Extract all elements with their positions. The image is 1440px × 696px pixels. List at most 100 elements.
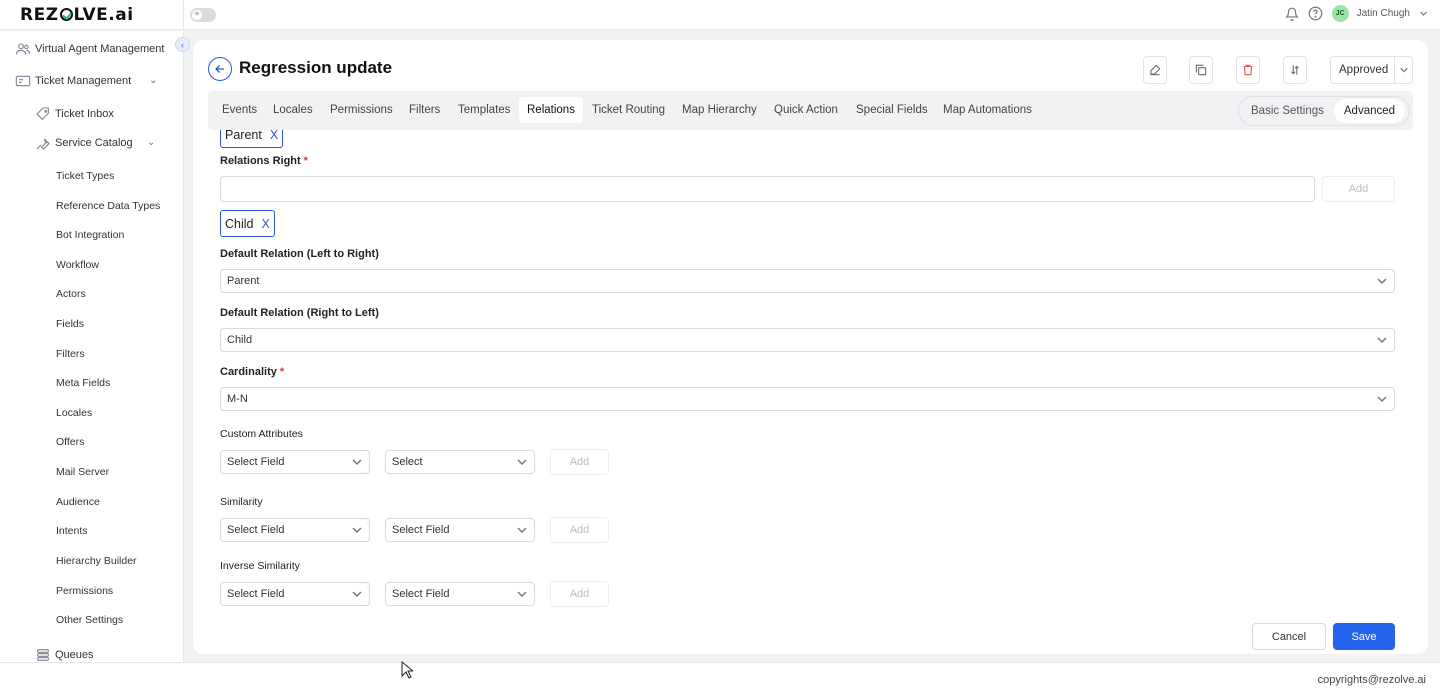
sidebar-subitem[interactable]: Permissions <box>56 585 113 597</box>
cardinality-select[interactable]: M-N <box>220 387 1395 411</box>
select-value: Select Field <box>227 524 285 536</box>
theme-toggle[interactable]: ☀ <box>190 8 216 22</box>
copy-icon <box>1195 64 1207 76</box>
chip-remove-button[interactable]: X <box>270 130 278 142</box>
avatar[interactable]: JC <box>1331 5 1349 22</box>
relations-right-input[interactable] <box>220 176 1315 202</box>
advanced-button[interactable]: Advanced <box>1333 99 1406 123</box>
chip-remove-button[interactable]: X <box>262 217 270 231</box>
sidebar-subitem[interactable]: Actors <box>56 288 86 300</box>
default-relation-rl-label: Default Relation (Right to Left) <box>220 307 379 319</box>
basic-settings-button[interactable]: Basic Settings <box>1241 99 1334 123</box>
copy-button[interactable] <box>1189 56 1213 84</box>
ticket-card-icon <box>14 72 32 90</box>
relations-form: Parent X Relations Right * Add Child X De… <box>193 130 1428 654</box>
chevron-down-icon[interactable]: ⌄ <box>149 75 157 86</box>
select-value: Select Field <box>227 456 285 468</box>
sidebar-item-ticket-management[interactable]: Ticket Management <box>14 72 131 90</box>
sidebar-subitem[interactable]: Audience <box>56 496 100 508</box>
chevron-down-icon[interactable] <box>1418 6 1428 22</box>
tab-map-automations[interactable]: Map Automations <box>935 97 1040 123</box>
tab-filters[interactable]: Filters <box>401 97 448 123</box>
chevron-down-icon <box>517 527 527 534</box>
sidebar-subitem[interactable]: Other Settings <box>56 614 123 626</box>
save-button[interactable]: Save <box>1333 623 1395 650</box>
sidebar-subitem[interactable]: Fields <box>56 318 84 330</box>
relation-right-chip: Child X <box>220 210 275 237</box>
custom-attribute-field-select[interactable]: Select Field <box>220 450 370 474</box>
footer: copyrights@rezolve.ai <box>0 662 1440 696</box>
chevron-down-icon <box>352 591 362 598</box>
sidebar-subitem[interactable]: Offers <box>56 436 84 448</box>
status-label: Approved <box>1339 64 1389 76</box>
sun-icon: ☀ <box>192 10 202 20</box>
sidebar-subitem[interactable]: Meta Fields <box>56 377 110 389</box>
cancel-button[interactable]: Cancel <box>1252 623 1326 650</box>
chip-label: Child <box>225 216 254 231</box>
default-relation-rl-select[interactable]: Child <box>220 328 1395 352</box>
sidebar: Virtual Agent Management Ticket Manageme… <box>0 31 184 662</box>
select-value: Select Field <box>227 588 285 600</box>
sidebar-subitem[interactable]: Locales <box>56 407 92 419</box>
tab-permissions[interactable]: Permissions <box>322 97 401 123</box>
settings-mode-toggle: Basic Settings Advanced <box>1238 96 1410 126</box>
sidebar-item-label: Service Catalog <box>55 137 133 149</box>
status-dropdown[interactable]: Approved <box>1330 56 1413 84</box>
sidebar-subitem[interactable]: Hierarchy Builder <box>56 555 137 567</box>
chevron-down-icon <box>1377 396 1387 403</box>
inverse-similarity-label: Inverse Similarity <box>220 560 300 572</box>
collapse-sidebar-chevron-left-icon[interactable]: ‹ <box>175 37 190 52</box>
wrench-icon <box>34 134 52 152</box>
add-similarity-button[interactable]: Add <box>550 517 609 543</box>
back-arrow-icon[interactable] <box>208 57 232 81</box>
sidebar-subitem[interactable]: Workflow <box>56 259 99 271</box>
tab-special-fields[interactable]: Special Fields <box>848 97 936 123</box>
sidebar-subitem[interactable]: Mail Server <box>56 466 109 478</box>
sidebar-subitem[interactable]: Reference Data Types <box>56 200 160 212</box>
sidebar-subitem[interactable]: Bot Integration <box>56 229 124 241</box>
sidebar-item-service-catalog[interactable]: Service Catalog <box>34 134 133 152</box>
chevron-down-icon[interactable]: ⌄ <box>147 137 155 148</box>
add-relation-button[interactable]: Add <box>1322 176 1395 202</box>
select-value: Select <box>392 456 423 468</box>
topbar-divider <box>183 0 184 30</box>
sidebar-item-ticket-inbox[interactable]: Ticket Inbox <box>34 105 114 123</box>
tab-map-hierarchy[interactable]: Map Hierarchy <box>674 97 765 123</box>
tab-templates[interactable]: Templates <box>450 97 518 123</box>
default-relation-lr-label: Default Relation (Left to Right) <box>220 248 379 260</box>
tab-ticket-routing[interactable]: Ticket Routing <box>584 97 673 123</box>
chevron-down-icon <box>517 591 527 598</box>
custom-attribute-value-select[interactable]: Select <box>385 450 535 474</box>
tab-events[interactable]: Events <box>214 97 265 123</box>
sidebar-subitem[interactable]: Ticket Types <box>56 170 114 182</box>
similarity-left-select[interactable]: Select Field <box>220 518 370 542</box>
inverse-similarity-left-select[interactable]: Select Field <box>220 582 370 606</box>
chip-label: Parent <box>225 130 262 142</box>
delete-button[interactable] <box>1236 56 1260 84</box>
users-icon <box>14 40 32 58</box>
logo-check-o-icon <box>59 8 73 21</box>
add-custom-attribute-button[interactable]: Add <box>550 449 609 475</box>
chevron-down-icon <box>352 527 362 534</box>
sort-button[interactable] <box>1283 56 1307 84</box>
similarity-right-select[interactable]: Select Field <box>385 518 535 542</box>
sidebar-subitem[interactable]: Filters <box>56 348 85 360</box>
help-icon[interactable] <box>1308 6 1324 22</box>
rezolve-logo[interactable]: REZ LVE.ai <box>20 5 134 25</box>
user-name[interactable]: Jatin Chugh <box>1357 8 1410 19</box>
bell-icon[interactable] <box>1284 6 1300 22</box>
select-value: Child <box>227 334 253 346</box>
tab-locales[interactable]: Locales <box>265 97 321 123</box>
sort-arrows-icon <box>1291 65 1299 75</box>
chevron-down-icon <box>1377 337 1387 344</box>
tab-relations[interactable]: Relations <box>519 97 583 123</box>
inverse-similarity-right-select[interactable]: Select Field <box>385 582 535 606</box>
page-title: Regression update <box>239 58 393 77</box>
copyright-text: copyrights@rezolve.ai <box>1317 674 1426 686</box>
sidebar-subitem[interactable]: Intents <box>56 525 88 537</box>
add-inverse-similarity-button[interactable]: Add <box>550 581 609 607</box>
edit-button[interactable] <box>1143 56 1167 84</box>
tab-quick-action[interactable]: Quick Action <box>766 97 846 123</box>
sidebar-item-virtual-agent-management[interactable]: Virtual Agent Management <box>14 40 164 58</box>
default-relation-lr-select[interactable]: Parent <box>220 269 1395 293</box>
